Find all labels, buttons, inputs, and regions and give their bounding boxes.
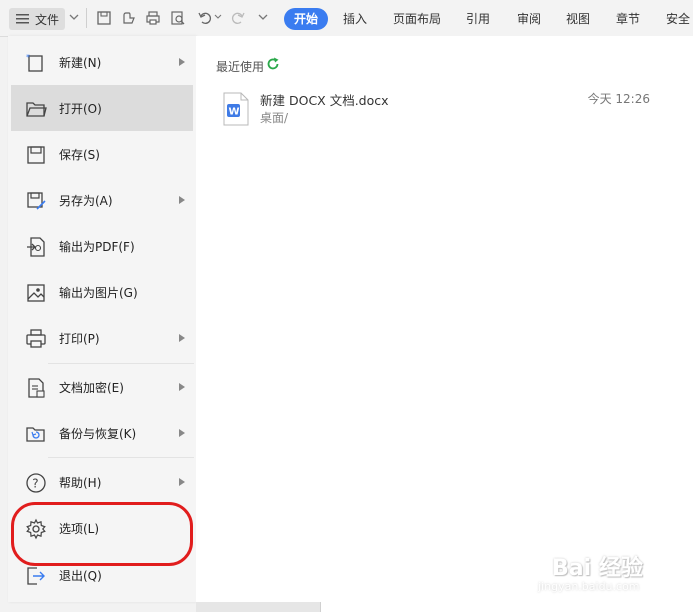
watermark-text: Bai 经验 [552, 556, 643, 581]
undo-dropdown-icon[interactable] [213, 11, 223, 23]
submenu-arrow-icon [179, 334, 185, 342]
watermark-url: jingyan.baidu.com [538, 580, 640, 593]
submenu-arrow-icon [179, 383, 185, 391]
menu-item-print[interactable]: 打印(P) [11, 315, 193, 361]
menu-item-backup-restore[interactable]: 备份与恢复(K) [11, 410, 193, 456]
baidu-jingyan-watermark: Bai 经验 jingyan.baidu.com [530, 548, 670, 603]
document-area-edge [196, 602, 693, 612]
top-toolbar: 文件 开始 插入 页面布局 引用 审阅 视图 章节 安全 [0, 0, 693, 37]
options-highlight-annotation [11, 502, 193, 566]
submenu-arrow-icon [179, 196, 185, 204]
menu-item-label: 保存(S) [59, 147, 100, 162]
export-pdf-icon [27, 237, 45, 257]
recent-files-panel: 最近使用 W 新建 DOCX 文档.docx 桌面/ 今天 12:26 [196, 36, 693, 602]
save-icon [27, 146, 45, 164]
tab-home[interactable]: 开始 [284, 8, 329, 30]
refresh-icon[interactable] [266, 57, 280, 71]
redo-icon[interactable] [230, 10, 246, 26]
hamburger-icon [16, 14, 29, 24]
menu-item-export-pdf[interactable]: 输出为PDF(F) [11, 223, 193, 269]
export-image-icon [27, 284, 45, 302]
print-preview-icon[interactable] [170, 10, 186, 26]
menu-item-label: 文档加密(E) [59, 380, 124, 395]
menu-item-open[interactable]: 打开(O) [11, 85, 193, 131]
menu-item-label: 输出为图片(G) [59, 285, 138, 300]
menu-item-label: 新建(N) [59, 55, 102, 70]
file-menu-label: 文件 [35, 12, 60, 27]
save-as-icon [27, 192, 46, 210]
document-page-edge [320, 602, 693, 612]
submenu-arrow-icon [179, 58, 185, 66]
recent-title: 最近使用 [216, 60, 265, 74]
menu-item-encrypt[interactable]: 文档加密(E) [11, 364, 193, 410]
print-icon[interactable] [145, 10, 161, 26]
tab-references[interactable]: 引用 [466, 8, 490, 30]
exit-icon [27, 567, 45, 585]
backup-restore-icon [26, 427, 45, 442]
menu-item-save-as[interactable]: 另存为(A) [11, 177, 193, 223]
menu-item-export-image[interactable]: 输出为图片(G) [11, 269, 193, 315]
word-doc-icon: W [223, 92, 249, 126]
svg-text:W: W [229, 107, 240, 118]
toolbar-divider [86, 8, 87, 28]
submenu-arrow-icon [179, 429, 185, 437]
menu-item-label: 退出(Q) [59, 568, 102, 583]
encrypt-doc-icon [28, 378, 45, 398]
submenu-arrow-icon [179, 478, 185, 486]
recent-file-time: 今天 12:26 [587, 92, 650, 106]
menu-divider [48, 457, 194, 458]
printer-icon [26, 329, 46, 348]
tab-security[interactable]: 安全 [666, 8, 690, 30]
more-dropdown-icon[interactable] [257, 11, 269, 23]
menu-item-label: 打印(P) [59, 331, 100, 346]
tab-view[interactable]: 视图 [566, 8, 590, 30]
menu-item-label: 备份与恢复(K) [59, 426, 137, 441]
menu-item-new[interactable]: * 新建(N) [11, 39, 193, 85]
undo-icon[interactable] [197, 10, 213, 26]
menu-item-label: 另存为(A) [59, 193, 113, 208]
menu-item-label: 打开(O) [59, 101, 102, 116]
recent-file-path: 桌面/ [260, 111, 289, 125]
tab-review[interactable]: 审阅 [517, 8, 541, 30]
tab-insert[interactable]: 插入 [343, 8, 367, 30]
tab-page-layout[interactable]: 页面布局 [393, 8, 441, 30]
file-menu-button[interactable]: 文件 [9, 8, 65, 30]
menu-item-label: 帮助(H) [59, 475, 102, 490]
help-icon: ? [26, 473, 46, 493]
menu-item-label: 输出为PDF(F) [59, 239, 135, 254]
folder-open-icon [26, 102, 47, 117]
recent-file-name: 新建 DOCX 文档.docx [260, 93, 389, 108]
svg-text:?: ? [32, 477, 38, 491]
recent-file-item[interactable]: W 新建 DOCX 文档.docx 桌面/ 今天 12:26 [220, 88, 670, 130]
menu-item-save[interactable]: 保存(S) [11, 131, 193, 177]
tab-chapter[interactable]: 章节 [616, 8, 640, 30]
chevron-down-icon[interactable] [68, 11, 80, 23]
svg-text:*: * [26, 53, 30, 62]
menu-item-help[interactable]: ? 帮助(H) [11, 459, 193, 505]
open-folder-icon[interactable] [121, 10, 137, 26]
new-doc-icon: * [26, 53, 43, 72]
save-icon[interactable] [96, 10, 112, 26]
